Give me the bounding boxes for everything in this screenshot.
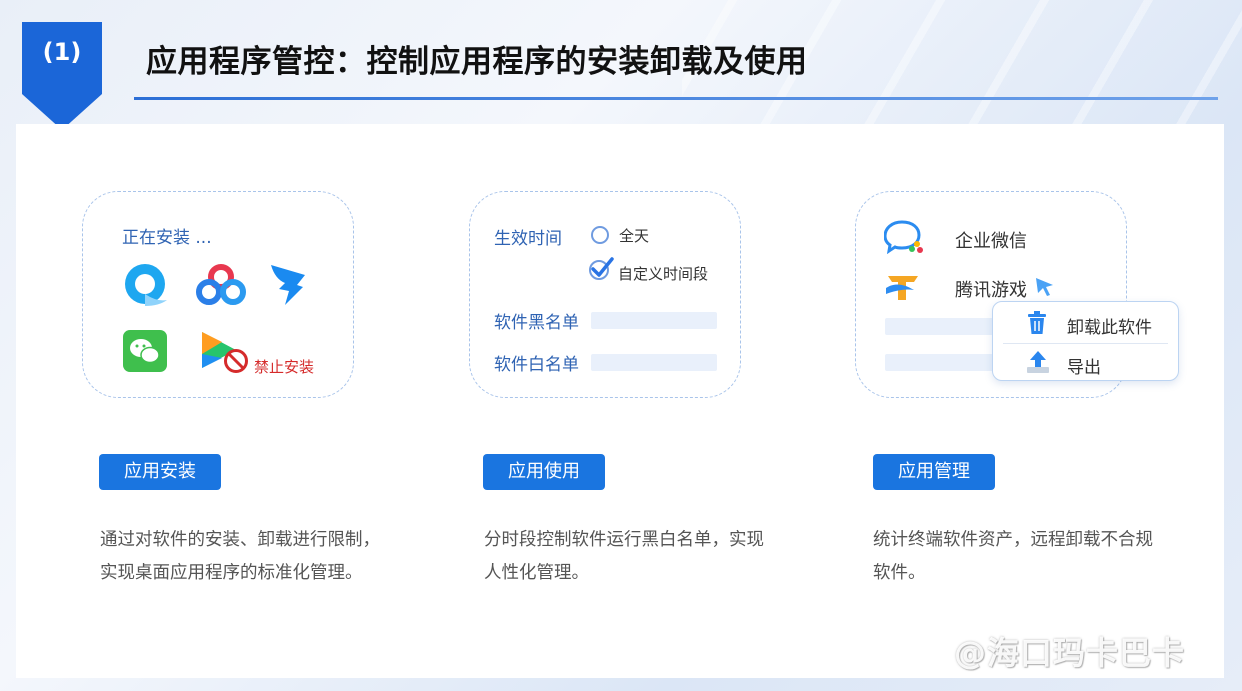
section-number: (1) [42, 38, 82, 66]
menu-divider [1003, 343, 1168, 344]
wechat-app-icon [123, 330, 167, 376]
cursor-arrow-icon [1034, 276, 1056, 302]
checkmark-icon[interactable] [588, 255, 614, 285]
export-menu-item[interactable]: 导出 [1067, 353, 1101, 378]
section-badge: (1) [22, 22, 102, 132]
app-context-menu: 卸载此软件 导出 [992, 301, 1179, 381]
cloud-drive-app-icon [196, 264, 246, 310]
all-day-radio[interactable] [591, 226, 609, 244]
install-illustration-card: 正在安装 ... 禁止安装 [82, 191, 354, 398]
effective-time-label: 生效时间 [494, 229, 562, 249]
all-day-option-label: 全天 [619, 227, 650, 245]
app-manage-button[interactable]: 应用管理 [873, 454, 995, 490]
description-line: 软件。 [873, 563, 926, 583]
install-description: 通过对软件的安装、卸载进行限制， 实现桌面应用程序的标准化管理。 [100, 524, 410, 590]
description-line: 人性化管理。 [484, 563, 589, 583]
app-install-button[interactable]: 应用安装 [99, 454, 221, 490]
uninstall-menu-item[interactable]: 卸载此软件 [1067, 313, 1152, 338]
description-line: 通过对软件的安装、卸载进行限制， [100, 530, 380, 550]
description-line: 统计终端软件资产，远程卸载不合规 [873, 530, 1153, 550]
usage-description: 分时段控制软件运行黑白名单，实现 人性化管理。 [484, 524, 794, 590]
app-list-placeholder [885, 354, 995, 371]
whitelist-label: 软件白名单 [494, 355, 579, 375]
watermark: @海口玛卡巴卡 [954, 634, 1186, 672]
description-line: 实现桌面应用程序的标准化管理。 [100, 563, 363, 583]
trash-icon [1026, 311, 1048, 339]
enterprise-wechat-icon [883, 220, 924, 258]
whitelist-field[interactable] [591, 354, 717, 371]
blacklist-label: 软件黑名单 [494, 313, 579, 333]
dingtalk-app-icon [269, 261, 309, 311]
title-divider [134, 97, 1218, 100]
installing-status: 正在安装 ... [122, 228, 212, 248]
no-entry-icon [223, 348, 249, 378]
browser-app-icon [123, 262, 169, 312]
forbidden-install-label: 禁止安装 [254, 358, 315, 376]
custom-period-option-label: 自定义时间段 [618, 265, 709, 283]
tencent-games-icon [884, 270, 924, 308]
app-name-tencent-games[interactable]: 腾讯游戏 [955, 276, 1027, 302]
app-name-enterprise-wechat: 企业微信 [955, 231, 1027, 252]
blacklist-field[interactable] [591, 312, 717, 329]
app-list-placeholder [885, 318, 995, 335]
export-icon [1026, 350, 1050, 378]
description-line: 分时段控制软件运行黑白名单，实现 [484, 530, 764, 550]
page-title: 应用程序管控：控制应用程序的安装卸载及使用 [146, 44, 808, 80]
usage-illustration-card: 生效时间 全天 自定义时间段 软件黑名单 软件白名单 [469, 191, 741, 398]
content-panel: 正在安装 ... 禁止安装 生效时间 全天 自定义时间段 软件黑名单 软件白名单… [16, 124, 1224, 678]
manage-description: 统计终端软件资产，远程卸载不合规 软件。 [873, 524, 1183, 590]
app-usage-button[interactable]: 应用使用 [483, 454, 605, 490]
